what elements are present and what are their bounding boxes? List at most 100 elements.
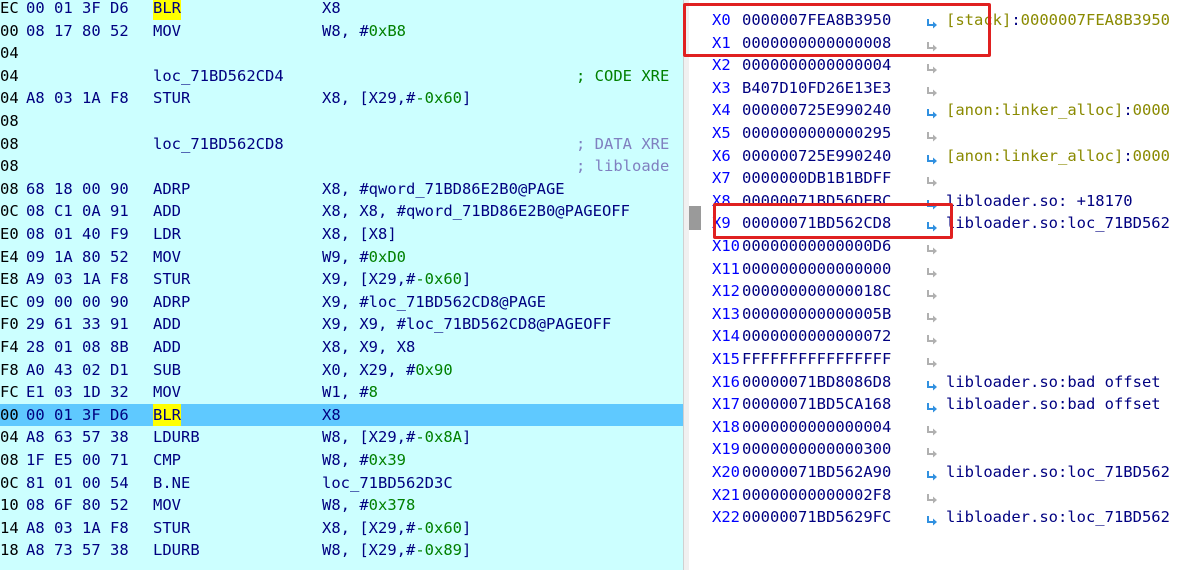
splitter-grip-icon[interactable]: [689, 206, 701, 230]
register-value[interactable]: 0000000000000295: [742, 122, 891, 145]
operands[interactable]: X9, X9, #loc_71BD562CD8@PAGEOFF: [322, 313, 611, 336]
register-value[interactable]: 0000000000000300: [742, 438, 891, 461]
disasm-row[interactable]: 08 ; libloade: [0, 155, 683, 178]
register-row-x4[interactable]: X4 000000725E990240 [anon:linker_alloc]:00…: [703, 99, 1200, 122]
disasm-row[interactable]: 04 A8 63 57 38 LDURB W8, [X29,#-0x8A]: [0, 426, 683, 449]
register-value[interactable]: 00000071BD562A90: [742, 461, 891, 484]
register-row-x18[interactable]: X18 0000000000000004: [703, 416, 1200, 439]
register-description[interactable]: libloader.so:bad offset: [946, 393, 1161, 416]
register-row-x6[interactable]: X6 000000725E990240 [anon:linker_alloc]:00…: [703, 145, 1200, 168]
disasm-row[interactable]: 0C 08 C1 0A 91 ADD X8, X8, #qword_71BD86E2B…: [0, 200, 683, 223]
disasm-row[interactable]: 00 08 17 80 52 MOV W8, #0xB8: [0, 20, 683, 43]
disasm-row[interactable]: 0C 81 01 00 54 B.NE loc_71BD562D3C: [0, 472, 683, 495]
register-row-x5[interactable]: X5 0000000000000295: [703, 122, 1200, 145]
register-value[interactable]: 00000071BD5629FC: [742, 506, 891, 529]
operands[interactable]: W8, #0x39: [322, 449, 406, 472]
operands[interactable]: X8, [X8]: [322, 223, 397, 246]
register-description[interactable]: libloader.so:bad offset: [946, 371, 1161, 394]
register-value[interactable]: 00000071BD562CD8: [742, 212, 891, 235]
register-value[interactable]: 00000000000002F8: [742, 484, 891, 507]
operands[interactable]: X8, X9, X8: [322, 336, 415, 359]
operands[interactable]: X8, [X29,#-0x60]: [322, 517, 471, 540]
code-label[interactable]: loc_71BD562CD8: [153, 133, 284, 156]
register-row-x21[interactable]: X21 00000000000002F8: [703, 484, 1200, 507]
registers-view[interactable]: X0 0000007FEA8B3950 [stack]:0000007FEA8B39…: [703, 0, 1200, 570]
panel-splitter[interactable]: [683, 0, 689, 570]
register-row-x11[interactable]: X11 0000000000000000: [703, 258, 1200, 281]
operands[interactable]: X9, [X29,#-0x60]: [322, 268, 471, 291]
register-row-x20[interactable]: X20 00000071BD562A90 libloader.so:loc_71BD…: [703, 461, 1200, 484]
operands[interactable]: W9, #0xD0: [322, 246, 406, 269]
operands[interactable]: X0, X29, #0x90: [322, 359, 453, 382]
register-value[interactable]: 00000071BD8086D8: [742, 371, 891, 394]
disasm-row[interactable]: 08 1F E5 00 71 CMP W8, #0x39: [0, 449, 683, 472]
register-row-x13[interactable]: X13 000000000000005B: [703, 303, 1200, 326]
register-description[interactable]: [stack]:0000007FEA8B3950: [946, 9, 1170, 32]
register-value[interactable]: 00000071BD56DEBC: [742, 190, 891, 213]
operands[interactable]: W8, #0xB8: [322, 20, 406, 43]
register-value[interactable]: 0000000000000004: [742, 416, 891, 439]
disasm-row[interactable]: 08: [0, 110, 683, 133]
register-value[interactable]: 0000007FEA8B3950: [742, 9, 891, 32]
current-instruction-row[interactable]: 00 00 01 3F D6 BLR X8: [0, 403, 683, 427]
operands[interactable]: X8: [322, 404, 341, 427]
jump-arrow-icon[interactable]: [925, 511, 941, 534]
disasm-row[interactable]: EC 09 00 00 90 ADRP X9, #loc_71BD562CD8@PAG…: [0, 291, 683, 314]
register-value[interactable]: 00000071BD5CA168: [742, 393, 891, 416]
operands[interactable]: W8, #0x378: [322, 494, 415, 517]
disasm-row[interactable]: 18 A8 73 57 38 LDURB W8, [X29,#-0x89]: [0, 539, 683, 562]
operands[interactable]: W1, #8: [322, 381, 378, 404]
register-description[interactable]: libloader.so: +18170: [946, 190, 1133, 213]
disasm-row[interactable]: EC 00 01 3F D6 BLR X8: [0, 0, 683, 20]
operands[interactable]: X8, [X29,#-0x60]: [322, 87, 471, 110]
operands[interactable]: X8, X8, #qword_71BD86E2B0@PAGEOFF: [322, 200, 630, 223]
register-row-x22[interactable]: X22 00000071BD5629FC libloader.so:loc_71BD…: [703, 506, 1200, 529]
disasm-row[interactable]: E0 08 01 40 F9 LDR X8, [X8]: [0, 223, 683, 246]
operands[interactable]: W8, [X29,#-0x8A]: [322, 426, 471, 449]
register-value[interactable]: 0000000DB1B1BDFF: [742, 167, 891, 190]
register-row-x10[interactable]: X10 00000000000000D6: [703, 235, 1200, 258]
register-value[interactable]: 0000000000000000: [742, 258, 891, 281]
register-description[interactable]: libloader.so:loc_71BD562: [946, 506, 1170, 529]
disasm-row[interactable]: F8 A0 43 02 D1 SUB X0, X29, #0x90: [0, 359, 683, 382]
register-row-x16[interactable]: X16 00000071BD8086D8 libloader.so:bad offs…: [703, 371, 1200, 394]
register-value[interactable]: 00000000000000D6: [742, 235, 891, 258]
register-row-x19[interactable]: X19 0000000000000300: [703, 438, 1200, 461]
disasm-row[interactable]: F4 28 01 08 8B ADD X8, X9, X8: [0, 336, 683, 359]
register-row-x12[interactable]: X12 000000000000018C: [703, 280, 1200, 303]
operands[interactable]: X8, #qword_71BD86E2B0@PAGE: [322, 178, 565, 201]
disasm-row[interactable]: FC E1 03 1D 32 MOV W1, #8: [0, 381, 683, 404]
register-row-x14[interactable]: X14 0000000000000072: [703, 325, 1200, 348]
register-row-x3[interactable]: X3 B407D10FD26E13E3: [703, 77, 1200, 100]
register-row-x8[interactable]: X8 00000071BD56DEBC libloader.so: +18170: [703, 190, 1200, 213]
register-value[interactable]: B407D10FD26E13E3: [742, 77, 891, 100]
register-value[interactable]: 000000725E990240: [742, 145, 891, 168]
disasm-row[interactable]: 04 A8 03 1A F8 STUR X8, [X29,#-0x60]: [0, 87, 683, 110]
disasm-row[interactable]: 04 loc_71BD562CD4 ; CODE XRE: [0, 65, 683, 88]
disasm-row[interactable]: 08 68 18 00 90 ADRP X8, #qword_71BD86E2B0@P…: [0, 178, 683, 201]
register-description[interactable]: [anon:linker_alloc]:0000: [946, 99, 1170, 122]
disasm-row[interactable]: 04: [0, 42, 683, 65]
register-value[interactable]: 0000000000000072: [742, 325, 891, 348]
disasm-row[interactable]: 14 A8 03 1A F8 STUR X8, [X29,#-0x60]: [0, 517, 683, 540]
register-value[interactable]: 0000000000000004: [742, 54, 891, 77]
register-row-x15[interactable]: X15 FFFFFFFFFFFFFFFF: [703, 348, 1200, 371]
register-row-x7[interactable]: X7 0000000DB1B1BDFF: [703, 167, 1200, 190]
register-value[interactable]: 000000000000018C: [742, 280, 891, 303]
register-row-x2[interactable]: X2 0000000000000004: [703, 54, 1200, 77]
register-description[interactable]: libloader.so:loc_71BD562: [946, 461, 1170, 484]
register-value[interactable]: 000000000000005B: [742, 303, 891, 326]
register-row-x0[interactable]: X0 0000007FEA8B3950 [stack]:0000007FEA8B39…: [703, 9, 1200, 32]
operands[interactable]: W8, [X29,#-0x89]: [322, 539, 471, 562]
register-description[interactable]: libloader.so:loc_71BD562: [946, 212, 1170, 235]
disassembly-view[interactable]: EC 00 01 3F D6 BLR X8 00 08 17 80 52 MOV W8, #0…: [0, 0, 683, 570]
disasm-row[interactable]: F0 29 61 33 91 ADD X9, X9, #loc_71BD562CD8@…: [0, 313, 683, 336]
register-row-x1[interactable]: X1 0000000000000008: [703, 32, 1200, 55]
register-value[interactable]: FFFFFFFFFFFFFFFF: [742, 348, 891, 371]
disasm-row[interactable]: 10 08 6F 80 52 MOV W8, #0x378: [0, 494, 683, 517]
disasm-row[interactable]: E8 A9 03 1A F8 STUR X9, [X29,#-0x60]: [0, 268, 683, 291]
register-row-x9[interactable]: X9 00000071BD562CD8 libloader.so:loc_71BD5…: [703, 212, 1200, 235]
code-label[interactable]: loc_71BD562CD4: [153, 65, 284, 88]
disasm-row[interactable]: 08 loc_71BD562CD8 ; DATA XRE: [0, 133, 683, 156]
register-description[interactable]: [anon:linker_alloc]:0000: [946, 145, 1170, 168]
